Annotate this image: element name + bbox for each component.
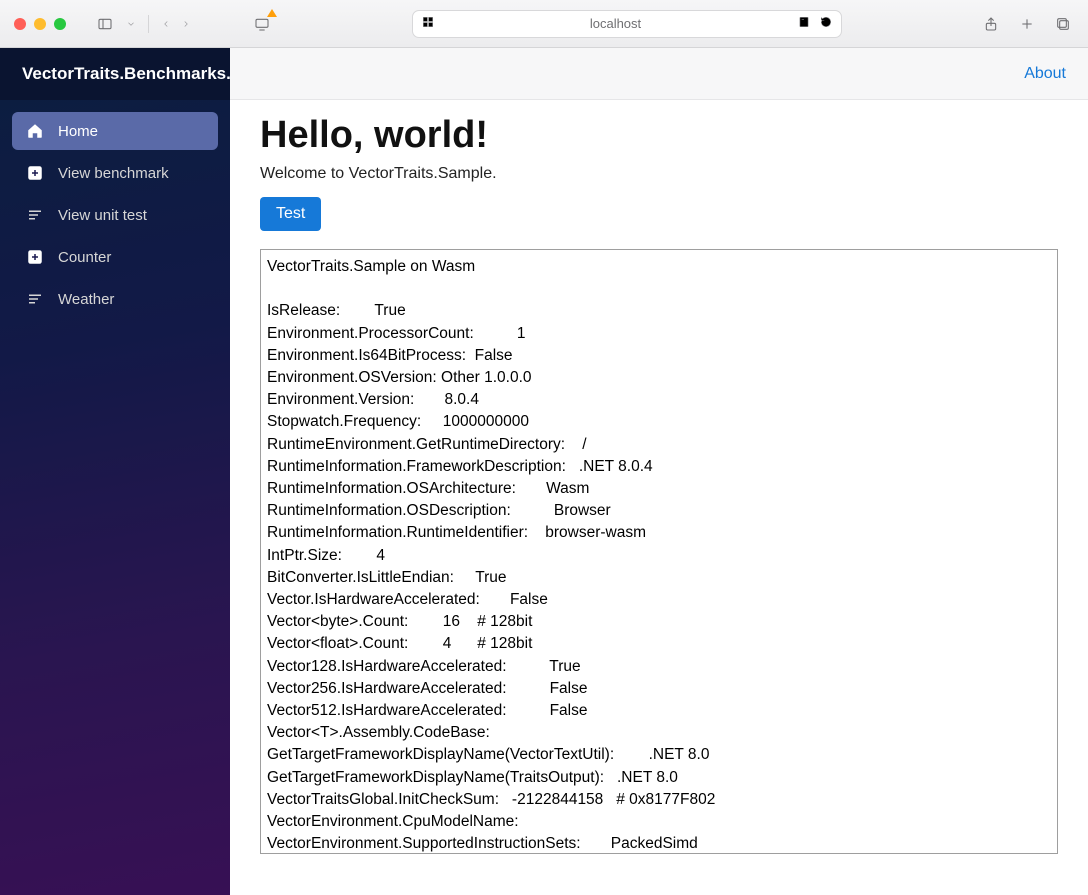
screencast-icon[interactable] — [251, 13, 273, 35]
sidebar: VectorTraits.Benchmarks.Wa Home View ben… — [0, 48, 230, 895]
minimize-window-icon[interactable] — [34, 18, 46, 30]
output-textarea[interactable]: VectorTraits.Sample on Wasm IsRelease: T… — [260, 249, 1058, 854]
topbar: About — [230, 48, 1088, 100]
url-text: localhost — [443, 16, 789, 31]
separator — [148, 15, 149, 33]
back-icon[interactable] — [161, 13, 171, 35]
chevron-down-icon[interactable] — [126, 13, 136, 35]
traffic-lights — [14, 18, 66, 30]
sidebar-item-counter[interactable]: Counter — [12, 238, 218, 276]
new-tab-icon[interactable] — [1016, 13, 1038, 35]
reader-icon[interactable] — [797, 15, 811, 32]
close-window-icon[interactable] — [14, 18, 26, 30]
sidebar-item-label: View unit test — [58, 207, 147, 224]
brand-title[interactable]: VectorTraits.Benchmarks.Wa — [0, 48, 230, 100]
about-link[interactable]: About — [1024, 65, 1066, 83]
sidebar-nav: Home View benchmark View unit test Count… — [0, 100, 230, 330]
website-settings-icon[interactable] — [421, 15, 435, 32]
forward-icon[interactable] — [181, 13, 191, 35]
welcome-text: Welcome to VectorTraits.Sample. — [260, 165, 1058, 183]
address-bar[interactable]: localhost — [412, 10, 842, 38]
sidebar-item-label: Weather — [58, 291, 114, 308]
lines-icon — [26, 290, 44, 308]
sidebar-item-label: Home — [58, 123, 98, 140]
zoom-window-icon[interactable] — [54, 18, 66, 30]
sidebar-item-view-unit-test[interactable]: View unit test — [12, 196, 218, 234]
page-title: Hello, world! — [260, 114, 1058, 157]
share-icon[interactable] — [980, 13, 1002, 35]
sidebar-item-label: Counter — [58, 249, 111, 266]
page: Hello, world! Welcome to VectorTraits.Sa… — [230, 100, 1088, 874]
sidebar-item-view-benchmark[interactable]: View benchmark — [12, 154, 218, 192]
browser-chrome: localhost — [0, 0, 1088, 48]
test-button[interactable]: Test — [260, 197, 321, 231]
tabs-overview-icon[interactable] — [1052, 13, 1074, 35]
app-shell: VectorTraits.Benchmarks.Wa Home View ben… — [0, 48, 1088, 895]
sidebar-item-label: View benchmark — [58, 165, 169, 182]
chrome-right-icons — [980, 13, 1074, 35]
lines-icon — [26, 206, 44, 224]
home-icon — [26, 122, 44, 140]
sidebar-item-weather[interactable]: Weather — [12, 280, 218, 318]
plus-square-icon — [26, 164, 44, 182]
sidebar-toggle-icon[interactable] — [94, 13, 116, 35]
reload-icon[interactable] — [819, 15, 833, 32]
address-bar-wrap: localhost — [283, 10, 970, 38]
content-area: About Hello, world! Welcome to VectorTra… — [230, 48, 1088, 895]
sidebar-item-home[interactable]: Home — [12, 112, 218, 150]
plus-square-icon — [26, 248, 44, 266]
